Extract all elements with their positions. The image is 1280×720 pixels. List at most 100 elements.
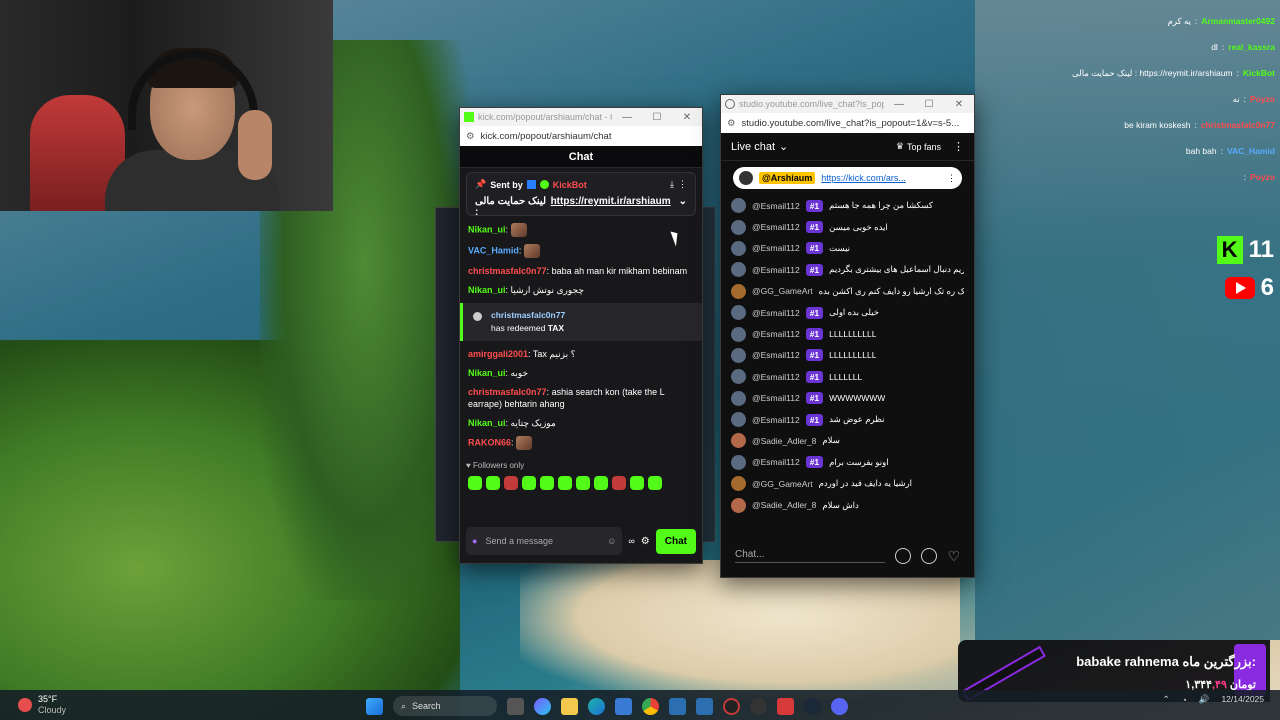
chat-username[interactable]: VAC_Hamid (468, 245, 519, 255)
microphone-icon[interactable]: ● (472, 536, 477, 546)
emote-3[interactable] (504, 476, 518, 490)
obs-icon[interactable] (723, 697, 740, 715)
avatar[interactable] (731, 497, 746, 513)
chat-username[interactable]: RAKON66 (468, 437, 511, 447)
youtube-username[interactable]: @Esmail112 (752, 222, 800, 232)
pinned-menu-icon[interactable]: ⋮ (947, 173, 956, 184)
avatar[interactable] (731, 219, 746, 235)
more-options-icon[interactable]: ⋮ (953, 140, 964, 153)
youtube-username[interactable]: @GG_GameArt (752, 479, 813, 489)
chevron-down-icon[interactable]: ⌄ (779, 140, 788, 153)
youtube-username[interactable]: @Esmail112 (752, 201, 800, 211)
youtube-username[interactable]: @Esmail112 (752, 265, 800, 275)
emote-9[interactable] (612, 476, 626, 490)
youtube-username[interactable]: @Esmail112 (752, 372, 800, 382)
top-fans-button[interactable]: ♛ Top fans (896, 141, 941, 152)
youtube-chat-input[interactable]: Chat... (735, 549, 886, 563)
steam-icon[interactable] (804, 697, 821, 715)
pinned-link[interactable]: https://kick.com/ars... (821, 173, 941, 183)
avatar[interactable] (731, 240, 746, 256)
youtube-username[interactable]: @Esmail112 (752, 308, 800, 318)
youtube-username[interactable]: @GG_GameArt (752, 286, 813, 296)
youtube-username[interactable]: @Esmail112 (752, 243, 800, 253)
kick-chat-send-button[interactable]: Chat (655, 528, 696, 554)
avatar[interactable] (731, 433, 746, 449)
emote-6[interactable] (558, 476, 572, 490)
youtube-username[interactable]: @Esmail112 (752, 393, 800, 403)
settings-gear-icon[interactable]: ⚙ (641, 536, 650, 547)
youtube-username[interactable]: @Sadie_Adler_8 (752, 436, 816, 446)
add-icon[interactable] (921, 548, 938, 564)
avatar[interactable] (731, 198, 746, 214)
chat-username[interactable]: amirggali2001 (468, 349, 528, 359)
emote-4[interactable] (522, 476, 536, 490)
maximize-button[interactable]: ☐ (642, 112, 672, 123)
chrome-icon[interactable] (642, 697, 659, 715)
emote-2[interactable] (486, 476, 500, 490)
pinned-link[interactable]: https://reymit.ir/arshiaum (551, 196, 671, 218)
emoji-icon[interactable] (895, 548, 912, 564)
emote-1[interactable] (468, 476, 482, 490)
heart-icon[interactable]: ♡ (947, 548, 960, 565)
chat-username[interactable]: christmasfalc0n77 (468, 266, 547, 276)
site-info-icon[interactable]: ⚙ (466, 131, 475, 142)
live-chat-dropdown[interactable]: Live chat (731, 141, 775, 153)
app-icon-1[interactable] (669, 697, 686, 715)
start-windows-icon[interactable] (366, 697, 383, 715)
weather-widget[interactable]: 35°F Cloudy (18, 694, 66, 716)
close-button[interactable]: ✕ (672, 112, 702, 123)
kick-message-input[interactable]: ● Send a message ☺ (466, 527, 623, 555)
avatar[interactable] (731, 283, 746, 299)
avatar[interactable] (731, 476, 746, 492)
emote-7[interactable] (576, 476, 590, 490)
close-button[interactable]: ✕ (944, 99, 974, 110)
youtube-username[interactable]: @Esmail112 (752, 329, 800, 339)
youtube-username[interactable]: @Sadie_Adler_8 (752, 500, 816, 510)
task-view-icon[interactable] (507, 697, 524, 715)
discord-icon[interactable] (831, 697, 848, 715)
app-icon-3[interactable] (750, 697, 767, 715)
points-icon[interactable]: ∞ (628, 536, 634, 546)
kick-url-bar[interactable]: ⚙ kick.com/popout/arshiaum/chat (460, 126, 702, 146)
avatar[interactable] (731, 326, 746, 342)
chat-username[interactable]: Nikan_ui (468, 368, 506, 378)
emote-10[interactable] (630, 476, 644, 490)
youtube-url-bar[interactable]: ⚙ studio.youtube.com/live_chat?is_popout… (721, 113, 974, 133)
youtube-username[interactable]: @Esmail112 (752, 350, 800, 360)
emote-5[interactable] (540, 476, 554, 490)
chevron-up-icon[interactable]: ⌃ (1163, 694, 1170, 705)
valorant-icon[interactable] (777, 697, 794, 715)
edge-icon[interactable] (588, 697, 605, 715)
chat-username[interactable]: Nikan_ui (468, 224, 506, 234)
maximize-button[interactable]: ☐ (914, 99, 944, 110)
avatar[interactable] (731, 390, 746, 406)
store-icon[interactable] (615, 697, 632, 715)
chat-username[interactable]: Nikan_ui (468, 285, 506, 295)
file-explorer-icon[interactable] (561, 697, 578, 715)
chevron-down-icon[interactable]: ⌄ (679, 196, 687, 218)
volume-icon[interactable]: 🔊 (1199, 694, 1210, 705)
pinned-menu-icon[interactable]: ⋮ (678, 179, 687, 190)
avatar[interactable] (731, 369, 746, 385)
avatar[interactable] (731, 262, 746, 278)
chat-username[interactable]: Nikan_ui (468, 418, 506, 428)
emote-8[interactable] (594, 476, 608, 490)
emoji-icon[interactable]: ☺ (607, 536, 616, 546)
chat-username[interactable]: christmasfalc0n77 (468, 387, 547, 397)
avatar[interactable] (731, 454, 746, 470)
site-info-icon[interactable]: ⚙ (727, 118, 736, 129)
emote-11[interactable] (648, 476, 662, 490)
copilot-icon[interactable] (534, 697, 551, 715)
app-icon-2[interactable] (696, 697, 713, 715)
youtube-username[interactable]: @Esmail112 (752, 415, 800, 425)
taskbar-search[interactable]: ⌕ Search (393, 696, 497, 716)
avatar[interactable] (731, 305, 746, 321)
avatar[interactable] (731, 412, 746, 428)
clock[interactable]: 12/14/2025 (1221, 694, 1264, 705)
redeem-user[interactable]: christmasfalc0n77 (491, 309, 694, 322)
avatar[interactable] (731, 347, 746, 363)
network-icon[interactable]: ◔ (1182, 695, 1187, 705)
unpin-icon[interactable]: ⤓ (670, 179, 674, 190)
youtube-username[interactable]: @Esmail112 (752, 457, 800, 467)
minimize-button[interactable]: — (612, 112, 642, 123)
